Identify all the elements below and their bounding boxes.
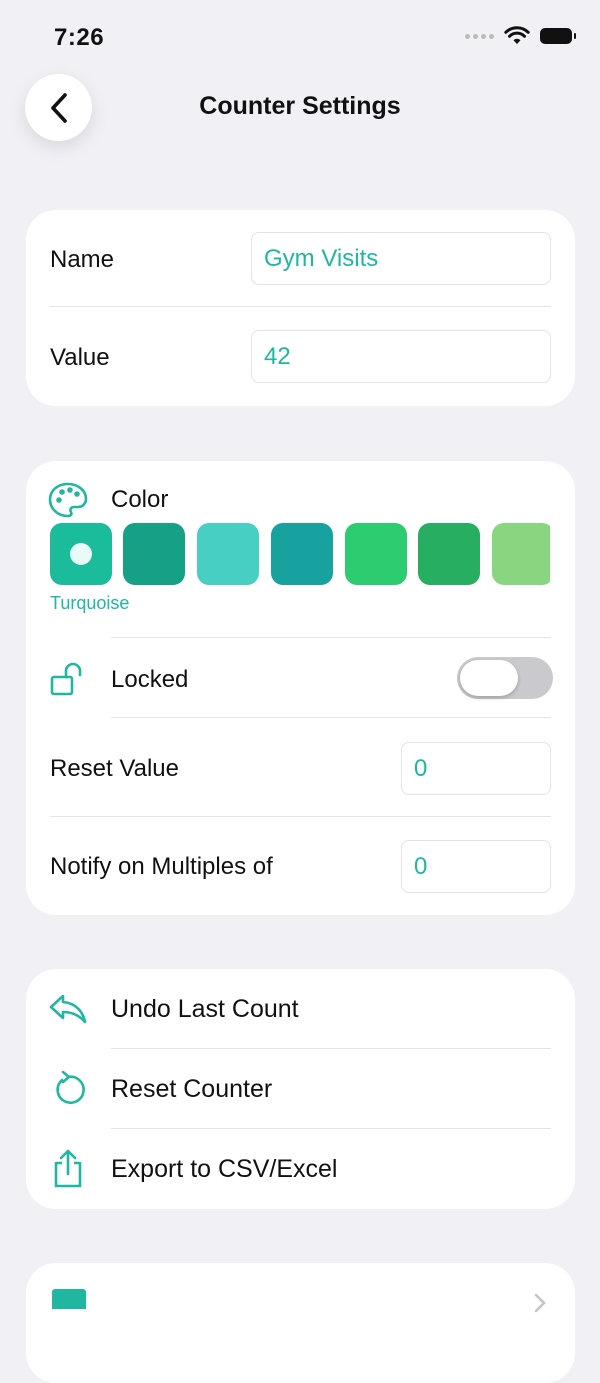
selected-indicator: [70, 543, 92, 565]
name-label: Name: [50, 246, 115, 273]
divider: [50, 816, 551, 817]
reset-icon: [56, 1071, 85, 1104]
style-settings-card: Color Turquoise Locked Reset Value 0 Not…: [26, 461, 575, 915]
color-swatch[interactable]: [123, 523, 185, 585]
reset-counter-button[interactable]: Reset Counter: [26, 1049, 575, 1129]
notify-field[interactable]: 0: [401, 840, 551, 893]
color-swatch[interactable]: [345, 523, 407, 585]
value-field[interactable]: 42: [251, 330, 551, 383]
status-bar: 7:26: [0, 0, 600, 76]
value-label: Value: [50, 344, 110, 371]
undo-last-count-button[interactable]: Undo Last Count: [26, 969, 575, 1049]
signal-icon: [465, 33, 494, 39]
history-icon: [52, 1289, 86, 1309]
actions-card: Undo Last Count Reset Counter Export to …: [26, 969, 575, 1209]
color-swatch[interactable]: [492, 523, 550, 585]
color-swatch-turquoise[interactable]: [50, 523, 112, 585]
export-label: Export to CSV/Excel: [111, 1155, 338, 1183]
locked-toggle[interactable]: [457, 657, 553, 699]
page-title: Counter Settings: [199, 92, 401, 120]
divider: [111, 717, 551, 718]
color-swatch[interactable]: [418, 523, 480, 585]
reset-value-label: Reset Value: [50, 755, 179, 782]
color-swatch[interactable]: [271, 523, 333, 585]
color-label: Color: [111, 486, 169, 513]
reset-value-field[interactable]: 0: [401, 742, 551, 795]
history-card[interactable]: [26, 1263, 575, 1383]
status-icons: [465, 26, 576, 46]
lock-open-icon: [50, 662, 82, 696]
name-field[interactable]: Gym Visits: [251, 232, 551, 285]
export-button[interactable]: Export to CSV/Excel: [26, 1129, 575, 1209]
reset-counter-label: Reset Counter: [111, 1075, 273, 1103]
selected-color-name: Turquoise: [50, 593, 130, 613]
battery-icon: [540, 28, 576, 44]
status-time: 7:26: [54, 24, 105, 51]
notify-label: Notify on Multiples of: [50, 853, 273, 880]
divider: [50, 306, 551, 307]
share-icon: [54, 1149, 82, 1188]
undo-label: Undo Last Count: [111, 995, 299, 1023]
color-swatches: [50, 523, 550, 585]
palette-icon: [48, 482, 88, 518]
wifi-icon: [504, 26, 530, 44]
color-swatch[interactable]: [197, 523, 259, 585]
divider: [111, 637, 551, 638]
chevron-right-icon: [534, 1293, 546, 1313]
toggle-knob: [460, 660, 518, 696]
basic-settings-card: Name Gym Visits Value 42: [26, 210, 575, 406]
locked-label: Locked: [111, 666, 189, 693]
undo-icon: [49, 994, 87, 1024]
